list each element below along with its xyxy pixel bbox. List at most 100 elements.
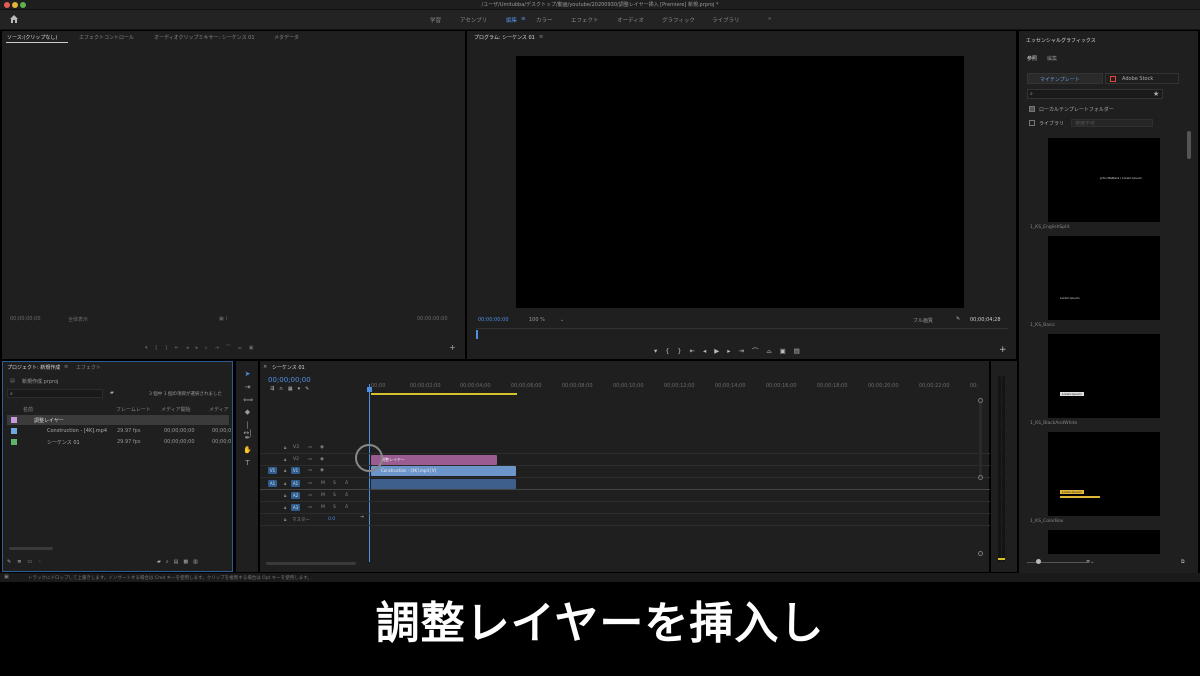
workspace-tab-audio[interactable]: オーディオ <box>617 16 644 24</box>
program-quality-select[interactable]: フル画質 <box>913 317 933 324</box>
program-add-button-icon[interactable]: + <box>999 345 1007 355</box>
thumbnail-size-handle[interactable] <box>1036 559 1041 564</box>
workspace-tab-libraries[interactable]: ライブラリ <box>712 16 740 24</box>
lock-icon[interactable]: 🔒︎ <box>284 468 286 474</box>
eye-icon[interactable]: ◉ <box>320 445 324 450</box>
mic-icon[interactable]: ♁ <box>345 481 348 486</box>
zoom-dropdown-icon[interactable]: ⌄ <box>560 317 564 323</box>
zoom-window-button[interactable] <box>20 2 26 8</box>
column-name[interactable]: 名前 <box>23 406 33 413</box>
column-media-start[interactable]: メディア開始 <box>161 406 191 413</box>
template-thumbnail[interactable]: Lorem Ipsum <box>1048 334 1160 418</box>
timeline-toolbar-icons[interactable]: ⇶∩▦▾✎ <box>270 386 314 392</box>
program-timecode-left[interactable]: 00;00;00;00 <box>478 317 509 323</box>
audio-clip[interactable] <box>371 479 516 489</box>
project-search-input[interactable]: ⌕ <box>7 389 103 398</box>
home-icon[interactable] <box>9 14 19 24</box>
lock-icon[interactable]: 🔒︎ <box>284 481 286 487</box>
mute-icon[interactable]: M <box>321 493 325 498</box>
work-area-bar[interactable] <box>371 393 517 395</box>
lock-icon[interactable]: 🔒︎ <box>284 445 286 451</box>
column-media[interactable]: メディア <box>209 406 229 413</box>
tab-browse[interactable]: 参照 <box>1027 55 1037 62</box>
mute-icon[interactable]: M <box>321 505 325 510</box>
hand-tool-icon[interactable]: ✋ <box>243 446 252 454</box>
master-lock-icon[interactable]: 🔒︎ <box>284 517 286 523</box>
star-icon[interactable]: ★ <box>1153 90 1159 98</box>
source-add-button-icon[interactable]: + <box>449 343 456 352</box>
tab-program[interactable]: プログラム: シーケンス 01 <box>474 34 535 41</box>
workspace-tab-color[interactable]: カラー <box>536 16 553 24</box>
workspace-tab-assembly[interactable]: アセンブリ <box>460 16 487 24</box>
project-bottom-toolbar[interactable]: ✎≣▭◦ <box>7 559 47 565</box>
solo-icon[interactable]: S <box>333 481 336 486</box>
eye-icon[interactable]: ◉ <box>320 468 324 473</box>
lock-icon[interactable]: 🔒︎ <box>284 493 286 499</box>
library-checkbox[interactable] <box>1029 120 1035 126</box>
workspace-tab-learn[interactable]: 学習 <box>430 16 441 24</box>
workspace-tab-effects[interactable]: エフェクト <box>571 16 599 24</box>
my-templates-button[interactable]: マイテンプレート <box>1027 73 1103 84</box>
template-thumbnail[interactable] <box>1048 530 1160 554</box>
master-go-end-icon[interactable]: ⇥ <box>360 515 364 520</box>
list-item[interactable]: 調整レイヤー <box>7 415 229 425</box>
tab-project[interactable]: プロジェクト: 新規作成 <box>7 364 60 371</box>
lock-icon[interactable]: 🔒︎ <box>284 505 286 511</box>
source-settings-icon[interactable]: ▣ ⌇ <box>219 316 228 322</box>
label-color-swatch[interactable] <box>11 428 17 434</box>
template-thumbnail[interactable]: Lorem Ipsum <box>1048 432 1160 516</box>
timeline-close-icon[interactable]: × <box>263 364 267 370</box>
tab-audio-clip-mixer[interactable]: オーディオクリップミキサー: シーケンス 01 <box>154 34 255 41</box>
close-window-button[interactable] <box>4 2 10 8</box>
workspace-overflow-icon[interactable]: » <box>768 16 771 22</box>
template-scrollbar[interactable] <box>1187 131 1191 159</box>
list-item[interactable]: Construction - [4K].mp4 29.97 fps 00;00;… <box>7 426 231 436</box>
video-clip[interactable]: Construction - [4K].mp4 [V] <box>371 466 516 476</box>
adobe-stock-button[interactable]: Adobe Stock <box>1105 73 1179 84</box>
program-scrub-bar[interactable] <box>476 328 1008 340</box>
list-item[interactable]: シーケンス 01 29.97 fps 00;00;00;00 00;00;0 <box>7 437 231 447</box>
pen-tool-icon[interactable]: ✒ <box>243 434 252 442</box>
timeline-vertical-scroll-mid[interactable] <box>978 475 983 480</box>
library-select[interactable]: 使用不可 <box>1071 119 1153 127</box>
sync-lock-icon[interactable]: ▭ <box>308 468 312 473</box>
new-bin-icon[interactable]: ▰ <box>110 390 114 396</box>
program-zoom-select[interactable]: 100 % <box>529 317 545 323</box>
template-thumbnail[interactable]: Lorem Ipsum <box>1048 236 1160 320</box>
sync-lock-icon[interactable]: ▭ <box>308 493 312 498</box>
mic-icon[interactable]: ♁ <box>345 505 348 510</box>
project-action-icons[interactable]: ▰⌕▤▩▥ <box>157 559 203 565</box>
column-framerate[interactable]: フレームレート <box>116 406 151 413</box>
slip-tool-icon[interactable]: |↔| <box>243 421 252 437</box>
timeline-playhead[interactable] <box>369 384 370 562</box>
wrench-icon[interactable]: ✎ <box>956 316 960 322</box>
source-transport-controls[interactable]: ▾{}⇤◂▸▹⇥⌒⌓▣ <box>145 344 260 351</box>
label-color-swatch[interactable] <box>11 439 17 445</box>
workspace-menu-icon[interactable]: ≡ <box>521 16 526 22</box>
playhead-handle[interactable] <box>367 387 372 392</box>
sync-lock-icon[interactable]: ▭ <box>308 457 312 462</box>
tab-edit[interactable]: 編集 <box>1047 55 1057 62</box>
lock-icon[interactable]: 🔒︎ <box>284 457 286 463</box>
project-horizontal-scrollbar[interactable] <box>9 547 53 550</box>
tab-metadata[interactable]: メタデータ <box>274 34 299 41</box>
sync-lock-icon[interactable]: ▭ <box>308 505 312 510</box>
tab-effect-controls[interactable]: エフェクトコントロール <box>79 34 134 41</box>
timeline-vertical-scrollbar[interactable] <box>979 403 982 477</box>
source-patch-a1[interactable]: A1 <box>268 480 277 487</box>
new-layer-icon[interactable]: ⧉ <box>1181 559 1185 565</box>
solo-icon[interactable]: S <box>333 505 336 510</box>
project-menu-icon[interactable]: ≡ <box>64 364 68 370</box>
tab-sequence[interactable]: シーケンス 01 <box>272 364 305 371</box>
timeline-vertical-scroll-bottom[interactable] <box>978 551 983 556</box>
source-patch-v1[interactable]: V1 <box>268 467 277 474</box>
selection-tool-icon[interactable]: ➤ <box>243 370 252 378</box>
sync-lock-icon[interactable]: ▭ <box>308 445 312 450</box>
minimize-window-button[interactable] <box>12 2 18 8</box>
template-thumbnail[interactable]: John Mattera / Lorem Ipsum <box>1048 138 1160 222</box>
razor-tool-icon[interactable]: ◆ <box>243 408 252 416</box>
tab-effects[interactable]: エフェクト <box>76 364 101 371</box>
program-transport-controls[interactable]: ▾{}⇤◂▶▸⇥⌒⌓▣▤ <box>654 345 808 356</box>
source-timecode-left[interactable]: 00;00;00;00 <box>10 316 41 322</box>
solo-icon[interactable]: S <box>333 493 336 498</box>
